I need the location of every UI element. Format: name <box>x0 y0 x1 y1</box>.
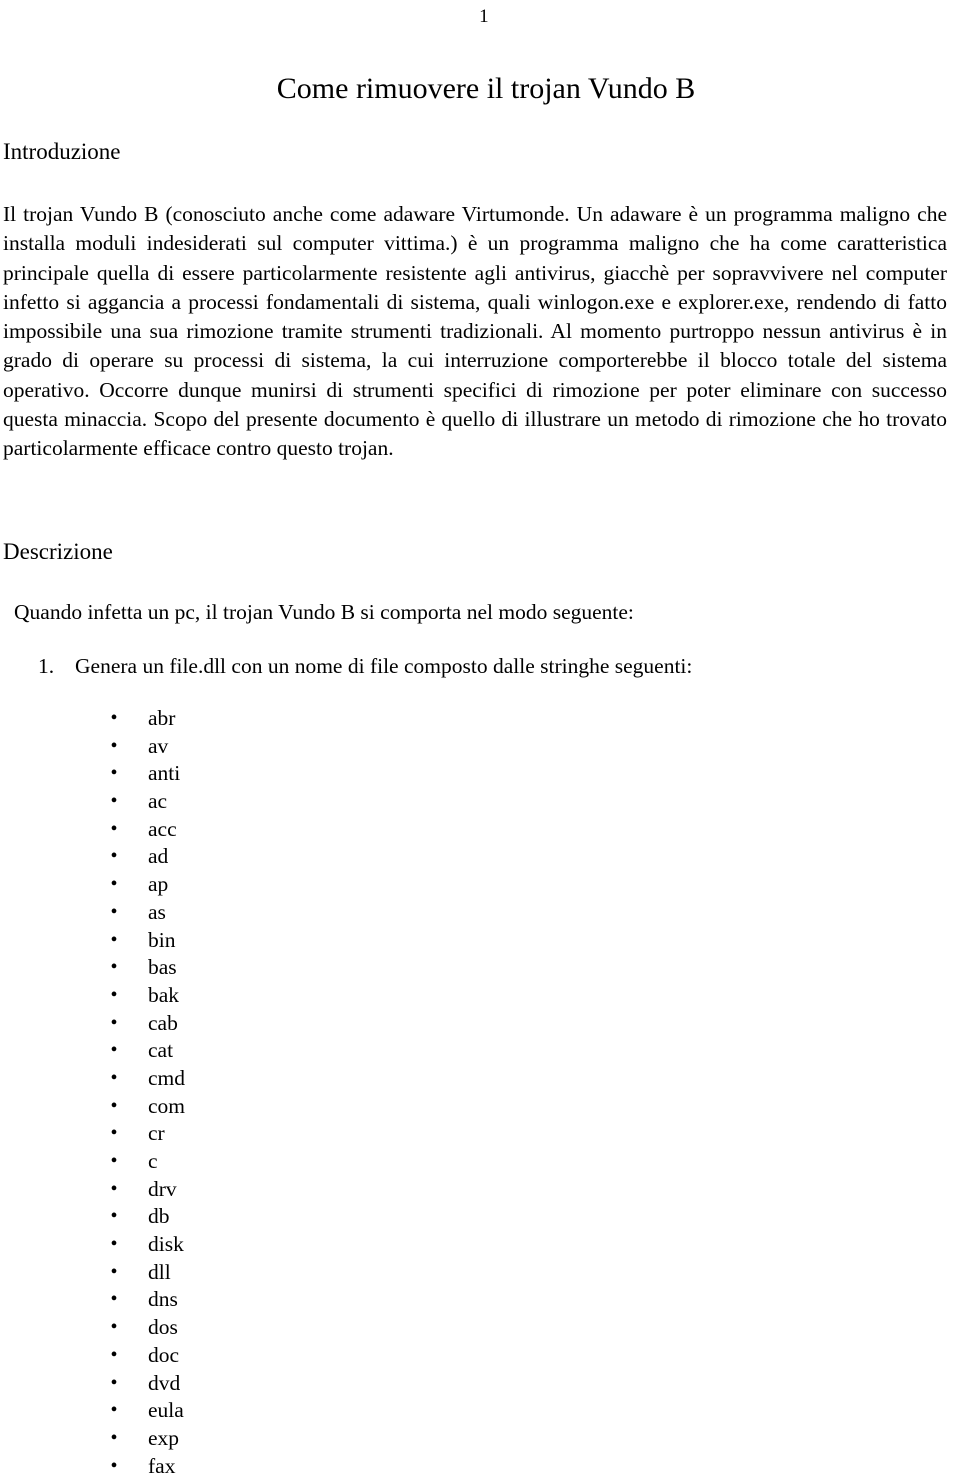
bullet-icon: • <box>110 928 118 951</box>
list-item-label: cr <box>148 1121 165 1146</box>
list-item-label: cat <box>148 1038 174 1063</box>
bullet-icon: • <box>110 1066 118 1089</box>
list-item: • bin <box>0 927 400 955</box>
list-item: • acc <box>0 816 400 844</box>
bullet-icon: • <box>110 873 118 896</box>
bullet-icon: • <box>110 1039 118 1062</box>
list-item: • doc <box>0 1342 400 1370</box>
bullet-icon: • <box>110 1454 118 1477</box>
list-item: • fax <box>0 1453 400 1480</box>
list-item-label: c <box>148 1149 158 1173</box>
list-item: • as <box>0 899 400 927</box>
list-item-label: bas <box>148 955 177 980</box>
document-page: 1 Come rimuovere il trojan Vundo B Intro… <box>0 0 960 1480</box>
list-item-label: db <box>148 1204 170 1229</box>
list-item: • dns <box>0 1286 400 1314</box>
list-item: • anti <box>0 760 400 788</box>
list-item-label: dvd <box>148 1370 181 1395</box>
list-item-label: fax <box>148 1453 176 1478</box>
bullet-icon: • <box>110 1343 118 1366</box>
bullet-icon: • <box>110 1260 118 1283</box>
list-item: • com <box>0 1093 400 1121</box>
list-item-label: abr <box>148 706 176 730</box>
list-item: • eula <box>0 1397 400 1425</box>
list-item-label: com <box>148 1093 186 1118</box>
list-item: • cat <box>0 1037 400 1065</box>
bullet-icon: • <box>110 1426 118 1449</box>
bullet-icon: • <box>110 1094 118 1117</box>
list-item-label: drv <box>148 1176 177 1201</box>
list-item: • ad <box>0 843 400 871</box>
list-item-label: acc <box>148 816 177 841</box>
list-item-number: 1. <box>38 654 55 678</box>
list-item: • bak <box>0 982 400 1010</box>
list-item: • drv <box>0 1176 400 1204</box>
list-item: • cab <box>0 1010 400 1038</box>
bullet-icon: • <box>110 983 118 1006</box>
list-item: • bas <box>0 954 400 982</box>
document-title: Come rimuovere il trojan Vundo B <box>276 72 696 105</box>
list-item-label: dll <box>148 1259 171 1284</box>
bullet-icon: • <box>110 734 118 757</box>
list-item-label: bak <box>148 982 180 1007</box>
description-lead-line: Quando infetta un pc, il trojan Vundo B … <box>14 600 634 624</box>
list-item-label: cab <box>148 1010 178 1035</box>
bullet-icon: • <box>110 1011 118 1034</box>
list-item: • abr <box>0 705 400 733</box>
list-item-label: ac <box>148 789 168 814</box>
list-item-text: Genera un file.dll con un nome di file c… <box>75 654 693 678</box>
list-item-label: ad <box>148 844 169 869</box>
list-item: • cr <box>0 1120 400 1148</box>
introduction-paragraph: Il trojan Vundo B (conosciuto anche come… <box>3 202 947 461</box>
bullet-icon: • <box>110 707 118 729</box>
list-item: • cmd <box>0 1065 400 1093</box>
section-heading-introduzione: Introduzione <box>3 139 121 164</box>
bullet-icon: • <box>110 845 118 868</box>
list-item: • ac <box>0 788 400 816</box>
bullet-icon: • <box>110 900 118 923</box>
list-item: • db <box>0 1203 400 1231</box>
bullet-icon: • <box>110 817 118 840</box>
list-item: • c <box>0 1148 400 1176</box>
list-item-label: dns <box>148 1287 178 1312</box>
list-item-label: eula <box>148 1398 184 1423</box>
bullet-icon: • <box>110 1177 118 1200</box>
bullet-icon: • <box>110 1316 118 1339</box>
bullet-icon: • <box>110 1205 118 1228</box>
bullet-icon: • <box>110 956 118 979</box>
list-item: • dll <box>0 1259 400 1287</box>
bullet-icon: • <box>110 1399 118 1422</box>
list-item-label: av <box>148 733 169 758</box>
list-item-label: disk <box>148 1232 184 1257</box>
list-item-label: as <box>148 899 166 924</box>
bullet-icon: • <box>110 762 118 785</box>
list-item-label: doc <box>148 1342 180 1367</box>
string-fragments-list: • abr • av • anti • ac • acc • ad • ap • as • bin • bas • bak… <box>0 705 400 1480</box>
list-item: • disk <box>0 1231 400 1259</box>
list-item: • av <box>0 733 400 761</box>
bullet-icon: • <box>110 1371 118 1394</box>
list-item-label: dos <box>148 1315 178 1340</box>
list-item: 1. Genera un file.dll con un nome di fil… <box>0 652 940 681</box>
list-item-label: exp <box>148 1425 180 1450</box>
list-item: • dvd <box>0 1370 400 1398</box>
section-heading-descrizione: Descrizione <box>3 539 113 564</box>
list-item: • exp <box>0 1425 400 1453</box>
bullet-icon: • <box>110 1233 118 1256</box>
list-item: • ap <box>0 871 400 899</box>
list-item-label: anti <box>148 761 181 786</box>
bullet-icon: • <box>110 1288 118 1311</box>
list-item-label: bin <box>148 927 176 952</box>
bullet-icon: • <box>110 790 118 813</box>
list-item: • dos <box>0 1314 400 1342</box>
list-item-label: ap <box>148 872 169 897</box>
bullet-icon: • <box>110 1122 118 1145</box>
list-item-label: cmd <box>148 1065 186 1090</box>
numbered-list: 1. Genera un file.dll con un nome di fil… <box>0 652 940 681</box>
bullet-icon: • <box>110 1150 118 1172</box>
page-number: 1 <box>479 6 489 27</box>
